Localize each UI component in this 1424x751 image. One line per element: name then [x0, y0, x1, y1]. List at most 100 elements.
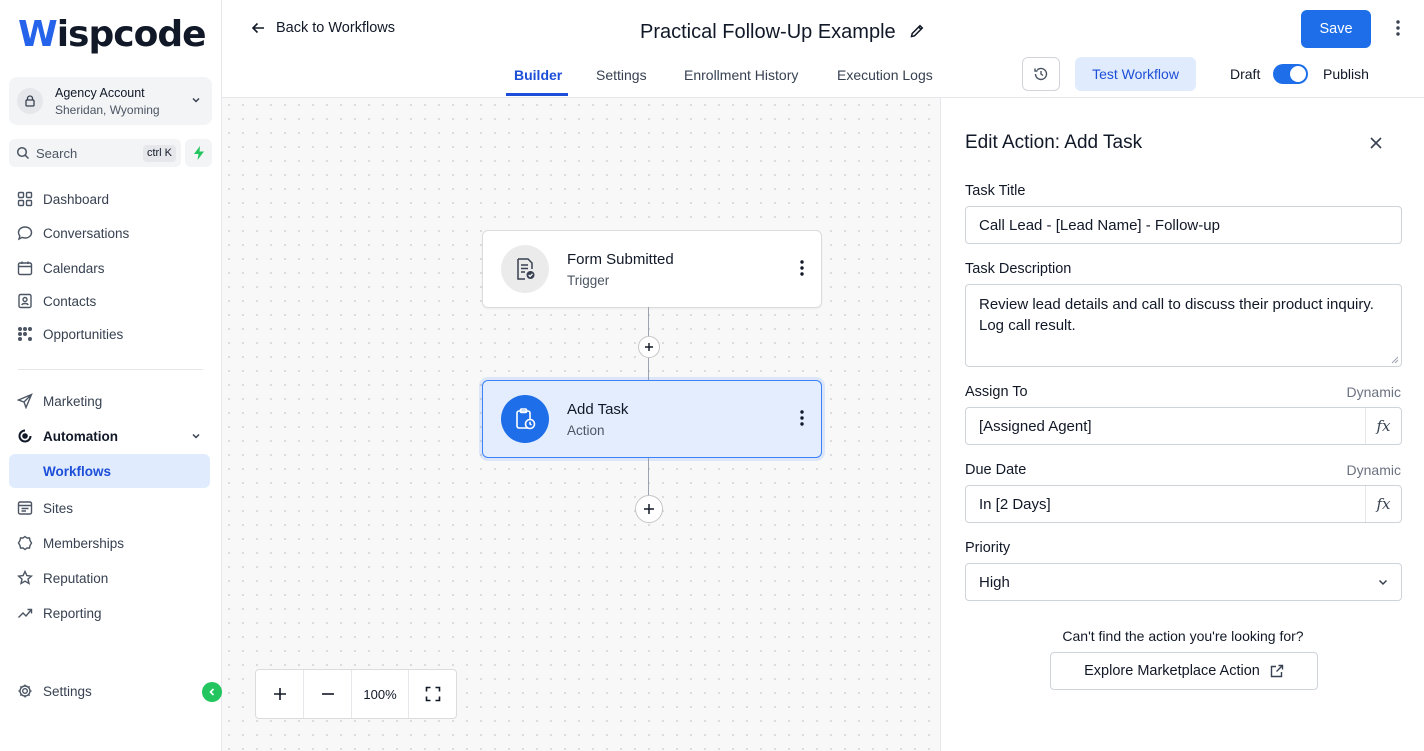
tab-builder[interactable]: Builder: [514, 67, 562, 83]
sidebar-item-memberships[interactable]: Memberships: [9, 526, 210, 560]
account-avatar: [17, 88, 43, 114]
arrow-left-icon: [251, 22, 264, 34]
add-step-button[interactable]: [638, 336, 660, 358]
draft-label: Draft: [1230, 66, 1261, 82]
tab-enrollment-history[interactable]: Enrollment History: [684, 67, 798, 83]
zoom-controls: 100%: [255, 669, 457, 719]
node-subtitle: Trigger: [567, 273, 610, 288]
sidebar-item-reporting[interactable]: Reporting: [9, 596, 210, 630]
add-task-node[interactable]: Add Task Action: [482, 380, 822, 458]
sidebar-item-conversations[interactable]: Conversations: [9, 216, 210, 250]
chevron-down-icon: [192, 97, 200, 103]
task-description-textarea[interactable]: Review lead details and call to discuss …: [965, 284, 1402, 367]
plus-icon: [645, 343, 653, 351]
workflow-title: Practical Follow-Up Example: [640, 21, 896, 43]
search-icon: [16, 146, 30, 160]
sidebar-item-reputation[interactable]: Reputation: [9, 561, 210, 595]
trigger-node[interactable]: Form Submitted Trigger: [482, 230, 822, 308]
clipboard-clock-icon: [501, 395, 549, 443]
bolt-icon: [193, 146, 204, 160]
sidebar-item-marketing[interactable]: Marketing: [9, 384, 210, 418]
tab-settings[interactable]: Settings: [596, 67, 647, 83]
contacts-icon: [16, 292, 34, 310]
calendar-icon: [16, 259, 34, 277]
badge-icon: [16, 534, 34, 552]
account-location: Sheridan, Wyoming: [55, 103, 160, 117]
connector-line: [648, 358, 649, 380]
history-icon: [1034, 67, 1048, 81]
resize-grip-icon[interactable]: [1391, 356, 1399, 364]
due-date-label: Due Date: [965, 462, 1027, 478]
collapse-sidebar-button[interactable]: [202, 682, 222, 702]
more-vertical-icon[interactable]: [799, 409, 805, 427]
task-title-input[interactable]: Call Lead - [Lead Name] - Follow-up: [965, 206, 1402, 244]
quick-actions-button[interactable]: [185, 139, 212, 167]
search-box[interactable]: Search ctrl K: [9, 139, 181, 167]
node-subtitle: Action: [567, 423, 605, 438]
task-title-label: Task Title: [965, 183, 1026, 199]
pencil-icon[interactable]: [909, 23, 925, 39]
assign-to-input[interactable]: [Assigned Agent] fx: [965, 407, 1402, 445]
search-shortcut: ctrl K: [142, 145, 176, 162]
node-title: Add Task: [567, 401, 629, 418]
sidebar-item-dashboard[interactable]: Dashboard: [9, 182, 210, 216]
chevron-left-icon: [209, 688, 215, 696]
publish-toggle[interactable]: [1273, 64, 1308, 84]
grid-icon: [16, 190, 34, 208]
assign-to-label: Assign To: [965, 384, 1028, 400]
version-history-button[interactable]: [1022, 57, 1060, 91]
active-tab-indicator: [506, 93, 568, 96]
plus-icon: [644, 504, 654, 514]
due-dynamic-label: Dynamic: [1346, 462, 1401, 478]
panel-title: Edit Action: Add Task: [965, 132, 1143, 153]
sidebar-item-workflows[interactable]: Workflows: [9, 454, 210, 488]
search-input[interactable]: Search: [36, 146, 77, 161]
account-name: Agency Account: [55, 86, 145, 100]
sidebar-item-settings[interactable]: Settings: [9, 674, 210, 708]
chevron-down-icon: [1378, 579, 1388, 586]
trend-icon: [16, 604, 34, 622]
zoom-level: 100%: [352, 670, 409, 718]
workflow-canvas[interactable]: Form Submitted Trigger Add Task Action 1…: [222, 98, 940, 751]
logo[interactable]: Wispcode: [18, 14, 207, 55]
sidebar-item-automation[interactable]: Automation: [9, 419, 210, 453]
more-vertical-icon[interactable]: [1390, 18, 1406, 38]
more-vertical-icon[interactable]: [799, 259, 805, 277]
plus-icon: [273, 688, 286, 700]
close-icon[interactable]: [1369, 136, 1383, 150]
toggle-knob: [1290, 66, 1306, 82]
zoom-in-button[interactable]: [256, 670, 304, 718]
explore-marketplace-button[interactable]: Explore Marketplace Action: [1050, 652, 1318, 690]
send-icon: [16, 392, 34, 410]
sidebar-item-opportunities[interactable]: Opportunities: [9, 317, 210, 351]
test-workflow-button[interactable]: Test Workflow: [1075, 57, 1196, 91]
sidebar: Wispcode Agency Account Sheridan, Wyomin…: [0, 0, 222, 751]
form-check-icon: [501, 245, 549, 293]
chevron-down-icon: [192, 433, 200, 439]
fit-view-button[interactable]: [409, 670, 456, 718]
back-to-workflows-link[interactable]: Back to Workflows: [250, 20, 395, 36]
external-link-icon: [1270, 664, 1284, 678]
connector-line: [648, 458, 649, 496]
function-icon[interactable]: fx: [1365, 486, 1401, 522]
sidebar-item-contacts[interactable]: Contacts: [9, 284, 210, 318]
sidebar-divider: [18, 369, 203, 370]
zoom-out-button[interactable]: [304, 670, 352, 718]
star-icon: [16, 569, 34, 587]
sidebar-item-sites[interactable]: Sites: [9, 491, 210, 525]
minus-icon: [321, 693, 334, 695]
tab-execution-logs[interactable]: Execution Logs: [837, 67, 933, 83]
publish-label: Publish: [1323, 66, 1369, 82]
gear-icon: [16, 682, 34, 700]
sidebar-item-calendars[interactable]: Calendars: [9, 251, 210, 285]
workflow-header: Back to Workflows Practical Follow-Up Ex…: [222, 0, 1424, 98]
node-title: Form Submitted: [567, 251, 674, 268]
save-button[interactable]: Save: [1301, 10, 1371, 48]
due-date-input[interactable]: In [2 Days] fx: [965, 485, 1402, 523]
add-step-button[interactable]: [635, 495, 663, 523]
sites-icon: [16, 499, 34, 517]
account-switcher[interactable]: Agency Account Sheridan, Wyoming: [9, 77, 212, 125]
priority-select[interactable]: High: [965, 563, 1402, 601]
assign-dynamic-label: Dynamic: [1346, 384, 1401, 400]
function-icon[interactable]: fx: [1365, 408, 1401, 444]
